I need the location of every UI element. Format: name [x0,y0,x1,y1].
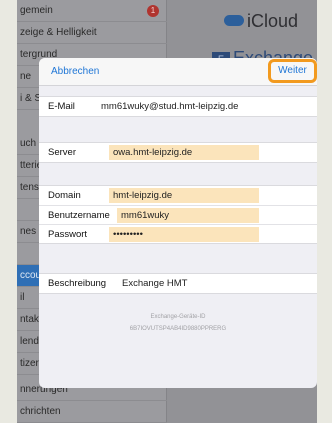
sidebar-item-label: ccou [20,270,42,281]
username-label: Benutzername [48,210,110,221]
sidebar-item-label: nes [20,226,37,237]
email-row[interactable]: E-Mail mm61wuky@stud.hmt-leipzig.de [39,97,317,116]
password-label: Passwort [48,229,88,240]
sidebar-item-label: ne [20,71,32,82]
sidebar-item-label: i & S [20,93,42,104]
domain-field[interactable]: hmt-leipzig.de [109,188,259,203]
username-row[interactable]: Benutzername mm61wuky [39,205,317,224]
notification-badge: 1 [147,5,159,17]
description-group: Beschreibung Exchange HMT [39,273,317,294]
device-id-label: Exchange-Geräte-ID [150,314,206,320]
sheet-navbar: Abbrechen Weiter [39,58,317,86]
sidebar-item-label: zeige & Helligkeit [20,27,97,38]
server-label: Server [48,147,76,158]
sidebar-item-label: tizer [20,358,39,369]
cloud-icon [224,15,244,26]
description-row[interactable]: Beschreibung Exchange HMT [39,274,317,293]
description-label: Beschreibung [48,278,107,289]
ipad-screen: gemein 1 zeige & Helligkeit tergrund ne … [17,0,317,423]
description-field[interactable]: Exchange HMT [118,276,187,291]
device-id-value: 6B7IOVUTSP4AB4ID9880PPRERG [129,326,227,332]
server-row[interactable]: Server owa.hmt-leipzig.de [39,143,317,162]
sidebar-item-general[interactable]: gemein 1 [17,0,167,22]
credentials-group: Domain hmt-leipzig.de Benutzername mm61w… [39,185,317,244]
username-field[interactable]: mm61wuky [117,208,259,223]
server-group: Server owa.hmt-leipzig.de [39,142,317,163]
next-button[interactable]: Weiter [268,59,317,83]
password-row[interactable]: Passwort ••••••••• [39,224,317,243]
password-field[interactable]: ••••••••• [109,227,259,242]
domain-row[interactable]: Domain hmt-leipzig.de [39,186,317,205]
sidebar-item-label: chrichten [20,406,61,417]
sidebar-item-label: il [20,292,25,303]
exchange-account-sheet: Abbrechen Weiter E-Mail mm61wuky@stud.hm… [39,58,317,388]
sidebar-item-messages[interactable]: chrichten [17,401,167,423]
sidebar-item-label: gemein [20,5,53,16]
email-label: E-Mail [48,101,75,112]
icloud-logo: iCloud [224,11,298,32]
email-field[interactable]: mm61wuky@stud.hmt-leipzig.de [97,99,238,114]
sidebar-item-label: lend [20,336,39,347]
cancel-button[interactable]: Abbrechen [51,66,99,77]
server-field[interactable]: owa.hmt-leipzig.de [109,145,259,160]
domain-label: Domain [48,190,81,201]
sidebar-item-display[interactable]: zeige & Helligkeit [17,22,167,44]
email-group: E-Mail mm61wuky@stud.hmt-leipzig.de [39,96,317,117]
